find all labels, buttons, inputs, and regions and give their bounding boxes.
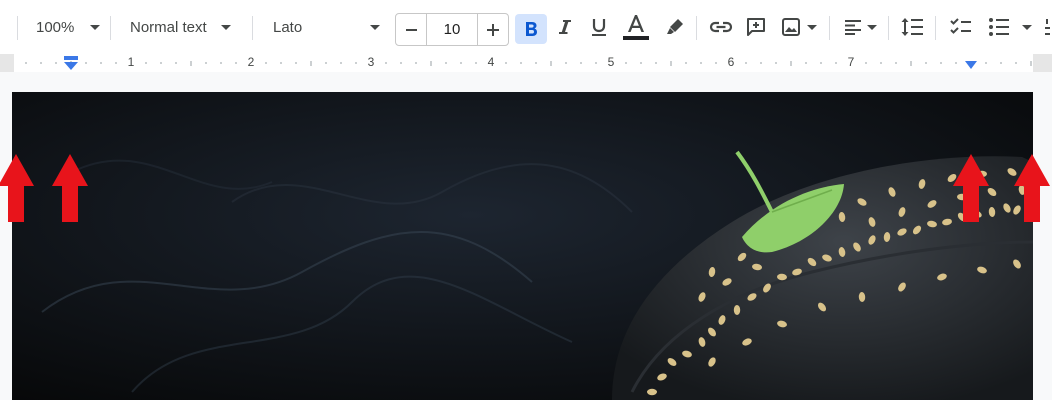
decrease-font-size-button[interactable] xyxy=(396,14,426,45)
add-comment-icon xyxy=(747,18,765,36)
toolbar-divider xyxy=(935,16,936,40)
ruler-number: 1 xyxy=(127,55,135,69)
insert-image-button[interactable] xyxy=(776,0,822,54)
document-canvas[interactable] xyxy=(0,72,1052,400)
bulleted-list-button[interactable] xyxy=(982,0,1038,54)
document-image[interactable] xyxy=(12,92,1033,400)
toolbar-divider xyxy=(829,16,830,40)
red-arrow-icon xyxy=(953,154,989,222)
red-arrow-icon xyxy=(0,154,34,222)
ruler-number: 4 xyxy=(487,55,495,69)
zoom-value: 100% xyxy=(36,18,75,36)
paragraph-style-select[interactable]: Normal text xyxy=(123,0,243,54)
chevron-down-icon xyxy=(867,24,877,30)
insert-image-icon xyxy=(782,18,800,36)
font-select[interactable]: Lato xyxy=(265,0,385,54)
toolbar-divider xyxy=(888,16,889,40)
ruler-ticks xyxy=(25,61,1032,66)
red-arrow-icon xyxy=(1014,154,1050,222)
highlight-icon xyxy=(667,19,683,34)
toolbar-divider xyxy=(252,16,253,40)
text-color-icon xyxy=(623,15,649,40)
font-size-input[interactable]: 10 xyxy=(426,14,478,45)
toolbar: 100% Normal text Lato 10 xyxy=(0,0,1052,55)
ruler-number: 3 xyxy=(367,55,375,69)
ruler-number: 7 xyxy=(847,55,855,69)
link-icon xyxy=(709,21,733,33)
insert-link-button[interactable] xyxy=(706,0,736,54)
add-comment-button[interactable] xyxy=(741,0,771,54)
chevron-down-icon xyxy=(220,24,231,30)
highlight-button[interactable] xyxy=(660,0,690,54)
chevron-down-icon xyxy=(90,24,101,30)
minus-icon xyxy=(405,28,417,31)
sesame-seed xyxy=(647,388,657,396)
left-indent-marker[interactable] xyxy=(62,55,80,71)
align-button[interactable] xyxy=(838,0,882,54)
toolbar-divider xyxy=(17,16,18,40)
italic-icon xyxy=(559,20,571,34)
ruler-number: 6 xyxy=(727,55,735,69)
align-icon xyxy=(845,20,861,35)
numbered-list-button[interactable] xyxy=(1044,0,1052,54)
red-arrow-icon xyxy=(52,154,88,222)
underline-icon xyxy=(592,19,606,36)
zoom-select[interactable]: 100% xyxy=(30,0,105,54)
chevron-down-icon xyxy=(1022,24,1032,30)
right-indent-marker[interactable] xyxy=(964,57,978,71)
font-value: Lato xyxy=(273,18,303,36)
text-color-button[interactable] xyxy=(620,0,652,54)
bold-button[interactable] xyxy=(515,14,547,44)
burger-photo xyxy=(12,92,1033,400)
checklist-button[interactable] xyxy=(945,0,977,54)
line-spacing-icon xyxy=(901,18,923,36)
font-size-control: 10 xyxy=(395,13,509,46)
bold-icon xyxy=(526,22,537,36)
increase-font-size-button[interactable] xyxy=(478,14,508,45)
paragraph-style-value: Normal text xyxy=(130,18,207,36)
numbered-list-icon xyxy=(1045,19,1050,35)
chevron-down-icon xyxy=(370,24,381,30)
underline-button[interactable] xyxy=(584,0,614,54)
bulleted-list-icon xyxy=(989,18,1009,36)
ruler[interactable]: 1 2 3 4 5 6 7 xyxy=(0,54,1052,73)
toolbar-divider xyxy=(110,16,111,40)
plus-icon xyxy=(487,23,499,36)
paint-format-icon[interactable] xyxy=(0,0,6,54)
chevron-down-icon xyxy=(807,24,817,30)
ruler-number: 5 xyxy=(607,55,615,69)
italic-button[interactable] xyxy=(550,0,580,54)
toolbar-divider xyxy=(696,16,697,40)
line-spacing-button[interactable] xyxy=(896,0,928,54)
checklist-icon xyxy=(950,18,971,34)
ruler-number: 2 xyxy=(247,55,255,69)
